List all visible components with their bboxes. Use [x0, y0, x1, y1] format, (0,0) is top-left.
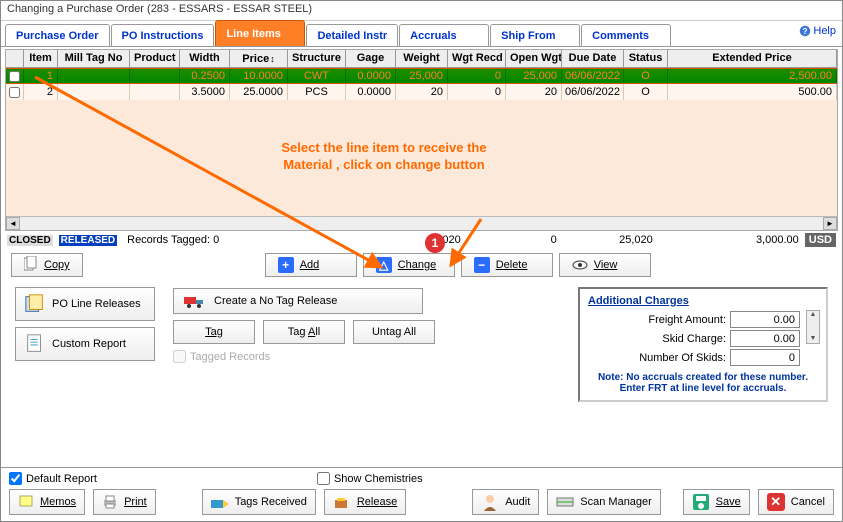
scroll-left-icon[interactable]: ◄ — [6, 217, 20, 230]
col-price[interactable]: Price↕ — [230, 50, 288, 67]
col-open-wgt[interactable]: Open Wgt — [506, 50, 562, 67]
tag-button[interactable]: Tag — [173, 320, 255, 344]
freight-input[interactable] — [730, 311, 800, 328]
numskid-label: Number Of Skids: — [588, 352, 726, 364]
help-link[interactable]: ? Help — [799, 25, 836, 37]
audit-button[interactable]: Audit — [472, 489, 539, 515]
col-ext-price[interactable]: Extended Price — [668, 50, 837, 67]
closed-badge: CLOSED — [7, 235, 53, 246]
freight-label: Freight Amount: — [588, 314, 726, 326]
plus-icon: + — [278, 257, 294, 273]
show-chemistries-checkbox[interactable]: Show Chemistries — [317, 472, 423, 485]
col-weight[interactable]: Weight — [396, 50, 448, 67]
col-product[interactable]: Product — [130, 50, 180, 67]
tagged-records-checkbox: Tagged Records — [173, 350, 270, 363]
records-tagged: Records Tagged: 0 — [127, 234, 219, 246]
annotation-text: Select the line item to receive the Mate… — [264, 140, 504, 174]
charges-scroll[interactable]: ▲▼ — [806, 310, 820, 344]
col-status[interactable]: Status — [624, 50, 668, 67]
po-window: Changing a Purchase Order (283 - ESSARS … — [0, 0, 843, 522]
sum-recd: 0 — [467, 234, 557, 246]
save-button[interactable]: Save — [683, 489, 750, 515]
tab-purchase-order[interactable]: Purchase Order — [5, 24, 110, 46]
tag-all-button[interactable]: Tag All — [263, 320, 345, 344]
col-due-date[interactable]: Due Date — [562, 50, 624, 67]
charges-note: Note: No accruals created for these numb… — [588, 372, 818, 394]
report-icon — [24, 333, 46, 355]
releases-icon — [24, 293, 46, 315]
col-gage[interactable]: Gage — [346, 50, 396, 67]
view-button[interactable]: View — [559, 253, 651, 277]
scan-manager-button[interactable]: Scan Manager — [547, 489, 661, 515]
tags-icon — [211, 494, 229, 510]
change-button[interactable]: △Change — [363, 253, 455, 277]
delete-button[interactable]: −Delete — [461, 253, 553, 277]
svg-text:?: ? — [803, 27, 808, 36]
tab-bar: Purchase Order PO Instructions Line Item… — [1, 21, 842, 47]
table-header: Item Mill Tag No Product Width Price↕ St… — [6, 50, 837, 68]
help-icon: ? — [799, 25, 811, 37]
save-icon — [692, 493, 710, 511]
tab-detailed-instr[interactable]: Detailed Instr — [306, 24, 398, 46]
minus-icon: − — [474, 257, 490, 273]
copy-button[interactable]: Copy — [11, 253, 83, 277]
cancel-button[interactable]: ✕ Cancel — [758, 489, 834, 515]
skid-label: Skid Charge: — [588, 333, 726, 345]
cancel-icon: ✕ — [767, 493, 785, 511]
released-badge: RELEASED — [59, 235, 117, 246]
scroll-down-icon[interactable]: ▼ — [807, 335, 819, 343]
col-item[interactable]: Item — [24, 50, 58, 67]
row-checkbox[interactable] — [9, 71, 20, 82]
print-button[interactable]: Print — [93, 489, 156, 515]
tab-comments[interactable]: Comments — [581, 24, 671, 46]
table-row[interactable]: 2 3.5000 25.0000 PCS 0.0000 20 0 20 06/0… — [6, 84, 837, 100]
printer-icon — [102, 494, 118, 510]
line-items-table: Item Mill Tag No Product Width Price↕ St… — [5, 49, 838, 231]
col-check — [6, 50, 24, 67]
sum-ext: 3,000.00 — [659, 234, 799, 246]
col-width[interactable]: Width — [180, 50, 230, 67]
skid-input[interactable] — [730, 330, 800, 347]
release-icon — [333, 494, 351, 510]
col-mill-tag[interactable]: Mill Tag No — [58, 50, 130, 67]
scroll-right-icon[interactable]: ► — [823, 217, 837, 230]
footer: Default Report Show Chemistries Memos Pr… — [1, 467, 842, 521]
memo-icon — [18, 494, 34, 510]
untag-all-button[interactable]: Untag All — [353, 320, 435, 344]
additional-charges-panel: Additional Charges Freight Amount: Skid … — [578, 287, 828, 402]
copy-icon — [24, 256, 38, 275]
col-structure[interactable]: Structure — [288, 50, 346, 67]
tab-line-items[interactable]: Line Items — [215, 20, 305, 46]
sum-weight: 25,020 — [371, 234, 461, 246]
h-scrollbar[interactable]: ◄ ► — [6, 216, 837, 230]
release-button[interactable]: Release — [324, 489, 406, 515]
col-wgt-recd[interactable]: Wgt Recd — [448, 50, 506, 67]
tab-po-instructions[interactable]: PO Instructions — [111, 24, 215, 46]
numskid-input[interactable] — [730, 349, 800, 366]
create-no-tag-release-button[interactable]: Create a No Tag Release — [173, 288, 423, 314]
status-row: CLOSEDRELEASED Records Tagged: 0 25,020 … — [1, 231, 842, 249]
add-button[interactable]: +Add — [265, 253, 357, 277]
tags-received-button[interactable]: Tags Received — [202, 489, 316, 515]
scroll-up-icon[interactable]: ▲ — [807, 311, 819, 319]
custom-report-button[interactable]: Custom Report — [15, 327, 155, 361]
default-report-checkbox[interactable]: Default Report — [9, 472, 97, 485]
truck-icon — [184, 293, 206, 309]
memos-button[interactable]: Memos — [9, 489, 85, 515]
change-icon: △ — [376, 257, 392, 273]
currency-badge: USD — [805, 233, 836, 247]
tab-ship-from[interactable]: Ship From — [490, 24, 580, 46]
window-title: Changing a Purchase Order (283 - ESSARS … — [1, 1, 842, 21]
charges-title: Additional Charges — [588, 295, 818, 307]
po-line-releases-button[interactable]: PO Line Releases — [15, 287, 155, 321]
sort-icon: ↕ — [270, 54, 275, 64]
tab-accruals[interactable]: Accruals — [399, 24, 489, 46]
row-checkbox[interactable] — [9, 87, 20, 98]
eye-icon — [572, 257, 588, 273]
scanner-icon — [556, 495, 574, 509]
table-row[interactable]: 1 0.2500 10.0000 CWT 0.0000 25,000 0 25,… — [6, 68, 837, 84]
sum-open: 25,020 — [563, 234, 653, 246]
audit-icon — [481, 493, 499, 511]
